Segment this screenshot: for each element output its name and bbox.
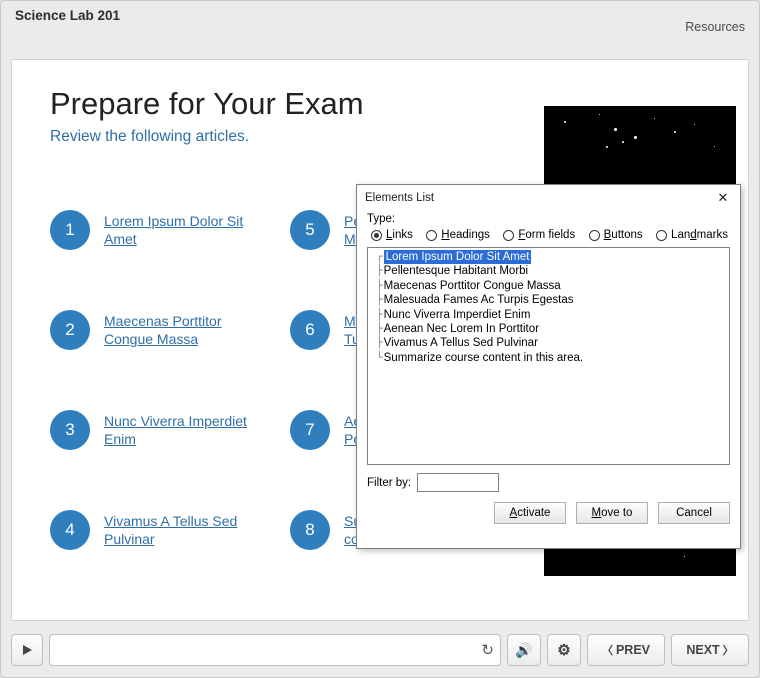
type-label: Type: — [367, 213, 730, 225]
article-link-1[interactable]: 1 Lorem Ipsum Dolor Sit Amet — [50, 180, 290, 280]
badge-number: 1 — [50, 210, 90, 250]
list-item[interactable]: ┌Lorem Ipsum Dolor Sit Amet — [372, 250, 725, 264]
dialog-title: Elements List — [365, 192, 434, 204]
prev-button[interactable]: 〈 PREV — [587, 634, 665, 666]
next-label: NEXT — [686, 643, 719, 657]
article-link-label: Nunc Viverra Imperdiet Enim — [104, 412, 254, 449]
activate-button[interactable]: Activate — [494, 502, 566, 524]
elements-list-dialog: Elements List ✕ Type: Links Headings For… — [356, 184, 741, 549]
course-title: Science Lab 201 — [15, 8, 120, 23]
badge-number: 3 — [50, 410, 90, 450]
type-option-links[interactable]: Links — [371, 229, 413, 241]
list-item[interactable]: ├Vivamus A Tellus Sed Pulvinar — [372, 336, 725, 350]
gear-icon: ⚙ — [557, 641, 570, 659]
list-item[interactable]: └Summarize course content in this area. — [372, 351, 725, 365]
resources-link[interactable]: Resources — [685, 8, 745, 34]
volume-button[interactable]: 🔊 — [507, 634, 541, 666]
list-item[interactable]: ├Pellentesque Habitant Morbi — [372, 264, 725, 278]
app-frame: Science Lab 201 Resources Prepare for Yo… — [0, 0, 760, 678]
badge-number: 5 — [290, 210, 330, 250]
settings-button[interactable]: ⚙ — [547, 634, 581, 666]
type-option-headings[interactable]: Headings — [426, 229, 490, 241]
type-option-landmarks[interactable]: Landmarks — [656, 229, 728, 241]
badge-number: 2 — [50, 310, 90, 350]
play-icon — [21, 644, 33, 656]
filter-input[interactable] — [417, 473, 499, 492]
cancel-button[interactable]: Cancel — [658, 502, 730, 524]
list-item[interactable]: ├Maecenas Porttitor Congue Massa — [372, 279, 725, 293]
titlebar: Science Lab 201 Resources — [1, 1, 759, 36]
close-icon: ✕ — [718, 190, 729, 206]
badge-number: 6 — [290, 310, 330, 350]
list-item[interactable]: ├Aenean Nec Lorem In Porttitor — [372, 322, 725, 336]
volume-icon: 🔊 — [515, 642, 532, 659]
article-link-label: Vivamus A Tellus Sed Pulvinar — [104, 512, 254, 549]
badge-number: 7 — [290, 410, 330, 450]
prev-label: PREV — [616, 643, 650, 657]
dialog-titlebar: Elements List ✕ — [357, 185, 740, 211]
next-button[interactable]: NEXT 〉 — [671, 634, 749, 666]
move-to-button[interactable]: Move to — [576, 502, 648, 524]
chevron-left-icon: 〈 — [602, 642, 613, 658]
filter-label: Filter by: — [367, 477, 411, 489]
radio-icon — [426, 230, 437, 241]
replay-icon[interactable]: ↻ — [481, 641, 494, 659]
close-button[interactable]: ✕ — [712, 189, 734, 207]
filter-row: Filter by: — [367, 465, 730, 492]
page-title: Prepare for Your Exam — [50, 86, 364, 122]
article-link-4[interactable]: 4 Vivamus A Tellus Sed Pulvinar — [50, 480, 290, 580]
article-link-label: Lorem Ipsum Dolor Sit Amet — [104, 212, 254, 249]
list-item[interactable]: ├Nunc Viverra Imperdiet Enim — [372, 308, 725, 322]
chevron-right-icon: 〉 — [723, 642, 734, 658]
article-link-label: Maecenas Porttitor Congue Massa — [104, 312, 254, 349]
article-link-2[interactable]: 2 Maecenas Porttitor Congue Massa — [50, 280, 290, 380]
dialog-button-row: Activate Move to Cancel — [367, 492, 730, 524]
page-subtitle: Review the following articles. — [50, 128, 249, 146]
type-option-buttons[interactable]: Buttons — [589, 229, 643, 241]
radio-icon — [503, 230, 514, 241]
badge-number: 8 — [290, 510, 330, 550]
play-button[interactable] — [11, 634, 43, 666]
player-bar: ↻ 🔊 ⚙ 〈 PREV NEXT 〉 — [11, 631, 749, 669]
seekbar[interactable]: ↻ — [49, 634, 501, 666]
type-radio-group: Links Headings Form fields Buttons Landm… — [367, 225, 730, 247]
elements-listbox[interactable]: ┌Lorem Ipsum Dolor Sit Amet ├Pellentesqu… — [367, 247, 730, 465]
badge-number: 4 — [50, 510, 90, 550]
article-link-3[interactable]: 3 Nunc Viverra Imperdiet Enim — [50, 380, 290, 480]
type-option-form-fields[interactable]: Form fields — [503, 229, 575, 241]
radio-icon — [589, 230, 600, 241]
radio-icon — [656, 230, 667, 241]
list-item[interactable]: ├Malesuada Fames Ac Turpis Egestas — [372, 293, 725, 307]
dialog-body: Type: Links Headings Form fields Buttons — [357, 211, 740, 532]
radio-icon — [371, 230, 382, 241]
